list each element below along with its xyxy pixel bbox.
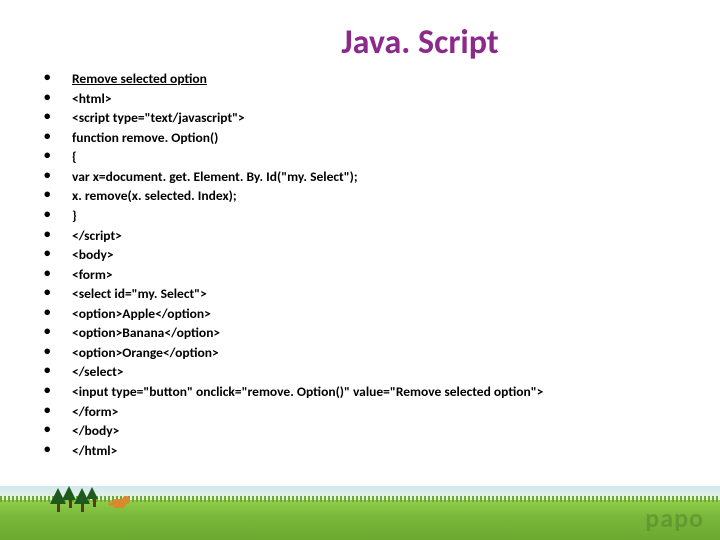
bullet-icon: • (40, 362, 72, 381)
bullet-text: <body> (72, 245, 720, 265)
bullet-line: •</form> (40, 402, 720, 422)
bullet-line: •</script> (40, 226, 720, 246)
content-area: •Remove selected option•<html>•<script t… (0, 63, 720, 460)
bullet-text: </html> (72, 441, 720, 461)
bullet-icon: • (40, 226, 72, 245)
bullet-line: •<input type="button" onclick="remove. O… (40, 382, 720, 402)
bullet-icon: • (40, 245, 72, 264)
bullet-text: } (72, 206, 720, 226)
bullet-text: function remove. Option() (72, 128, 720, 148)
brand-text: papo (645, 502, 704, 534)
bullet-line: •<select id="my. Select"> (40, 284, 720, 304)
bullet-text: <script type="text/javascript"> (72, 108, 720, 128)
bullet-icon: • (40, 186, 72, 205)
bullet-line: • <option>Orange</option> (40, 343, 720, 363)
bullet-text: </select> (72, 362, 720, 382)
bullet-line: •Remove selected option (40, 69, 720, 89)
bullet-text: <select id="my. Select"> (72, 284, 720, 304)
bullet-icon: • (40, 69, 72, 88)
bullet-icon: • (40, 108, 72, 127)
bullet-icon: • (40, 323, 72, 342)
bullet-icon: • (40, 421, 72, 440)
bullet-text: <input type="button" onclick="remove. Op… (72, 382, 720, 402)
bullet-text: var x=document. get. Element. By. Id("my… (72, 167, 720, 187)
bullet-icon: • (40, 284, 72, 303)
footer-decoration: papo (0, 472, 720, 540)
bullet-icon: • (40, 265, 72, 284)
bullet-line: •function remove. Option() (40, 128, 720, 148)
bullet-line: • <option>Apple</option> (40, 304, 720, 324)
bullet-line: •var x=document. get. Element. By. Id("m… (40, 167, 720, 187)
bullet-text: </form> (72, 402, 720, 422)
tree-icon (86, 487, 102, 511)
bullet-line: •<script type="text/javascript"> (40, 108, 720, 128)
bullet-icon: • (40, 128, 72, 147)
bullet-line: •</select> (40, 362, 720, 382)
bullet-icon: • (40, 147, 72, 166)
bullet-line: •</body> (40, 421, 720, 441)
bullet-text: <html> (72, 89, 720, 109)
bullet-line: •<body> (40, 245, 720, 265)
fox-icon (110, 494, 130, 510)
slide-title: Java. Script (0, 0, 720, 63)
bullet-text: <option>Orange</option> (72, 343, 720, 363)
bullet-icon: • (40, 167, 72, 186)
bullet-text: <option>Apple</option> (72, 304, 720, 324)
bullet-line: •{ (40, 147, 720, 167)
bullet-icon: • (40, 441, 72, 460)
bullet-text: { (72, 147, 720, 167)
bullet-text: </script> (72, 226, 720, 246)
bullet-text: <option>Banana</option> (72, 323, 720, 343)
bullet-icon: • (40, 402, 72, 421)
bullet-line: •<html> (40, 89, 720, 109)
bullet-line: •<form> (40, 265, 720, 285)
bullet-text: <form> (72, 265, 720, 285)
bullet-icon: • (40, 382, 72, 401)
bullet-text: </body> (72, 421, 720, 441)
bullet-text: Remove selected option (72, 69, 720, 89)
bullet-icon: • (40, 206, 72, 225)
bullet-line: •} (40, 206, 720, 226)
bullet-line: •x. remove(x. selected. Index); (40, 186, 720, 206)
grass-strip (0, 500, 720, 540)
bullet-text: x. remove(x. selected. Index); (72, 186, 720, 206)
bullet-line: •</html> (40, 441, 720, 461)
bullet-icon: • (40, 304, 72, 323)
bullet-line: • <option>Banana</option> (40, 323, 720, 343)
bullet-icon: • (40, 89, 72, 108)
bullet-icon: • (40, 343, 72, 362)
